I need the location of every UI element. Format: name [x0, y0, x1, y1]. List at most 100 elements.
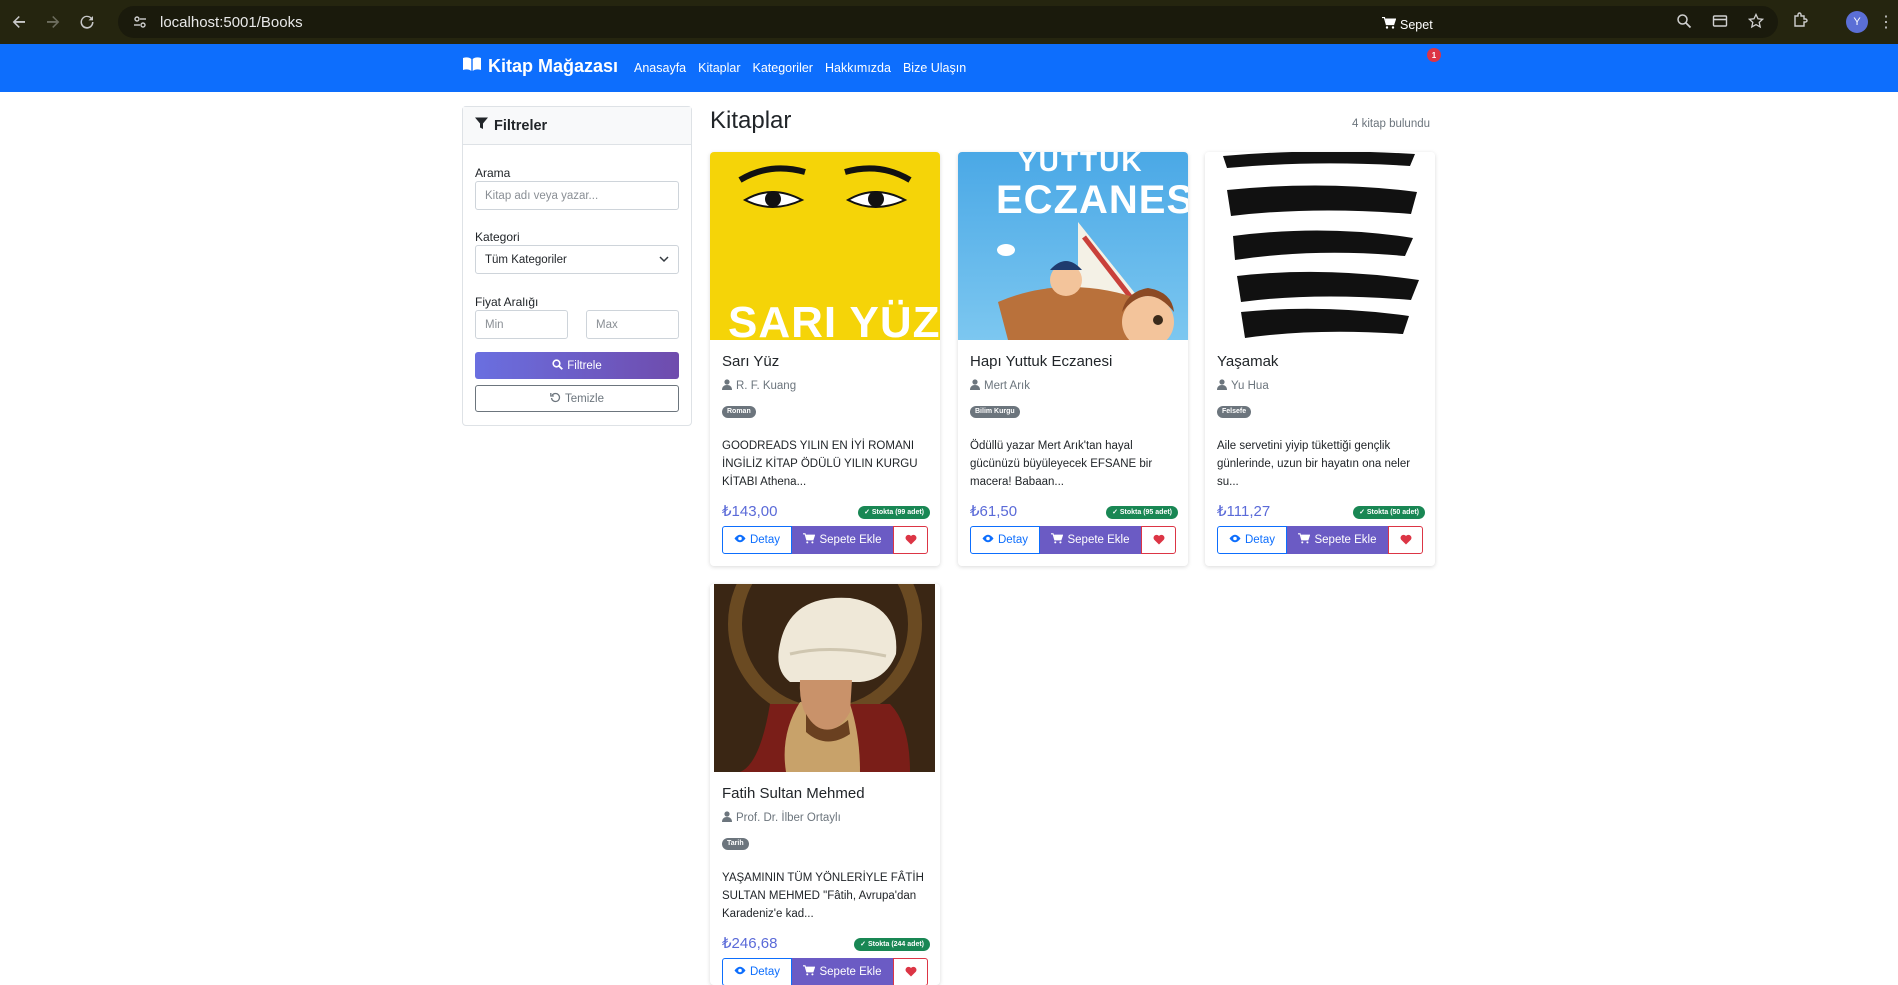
heart-icon — [905, 533, 917, 548]
profile-avatar[interactable]: Y — [1846, 11, 1868, 33]
clear-button[interactable]: Temizle — [475, 385, 679, 412]
detail-button-label: Detay — [997, 534, 1029, 546]
book-cover-image[interactable]: YUTTUK ECZANESİ — [958, 152, 1188, 340]
min-price-input[interactable] — [475, 310, 568, 339]
author-name: Prof. Dr. İlber Ortaylı — [736, 812, 841, 824]
cover-title-main-text: ECZANESİ — [996, 178, 1188, 222]
detail-button[interactable]: Detay — [970, 526, 1040, 554]
book-title[interactable]: Sarı Yüz — [722, 353, 779, 370]
cart-icon — [1298, 533, 1311, 547]
eye-icon — [982, 534, 994, 546]
cart-icon — [1051, 533, 1064, 547]
book-description: YAŞAMININ TÜM YÖNLERİYLE FÂTİH SULTAN ME… — [722, 872, 924, 920]
book-price: ₺246,68 — [722, 935, 778, 952]
category-select[interactable]: Tüm Kategoriler — [475, 245, 679, 274]
detail-button-label: Detay — [749, 966, 781, 978]
favorite-button[interactable] — [893, 958, 928, 985]
card-actions: Detay Sepete Ekle — [970, 526, 1176, 554]
search-icon — [552, 358, 564, 373]
reload-icon[interactable] — [72, 7, 102, 37]
result-count: 4 kitap bulundu — [1352, 118, 1431, 130]
cart-count-badge: 1 — [1427, 48, 1441, 62]
author-name: Yu Hua — [1231, 380, 1269, 392]
nav-link-contact[interactable]: Bize Ulaşın — [903, 61, 966, 75]
book-title[interactable]: Hapı Yuttuk Eczanesi — [970, 353, 1112, 370]
category-badge: Bilim Kurgu — [970, 406, 1020, 418]
add-to-cart-button[interactable]: Sepete Ekle — [792, 958, 893, 985]
cart-icon — [803, 533, 816, 547]
author-name: Mert Arık — [984, 380, 1031, 392]
url-text[interactable]: localhost:5001/Books — [160, 14, 303, 31]
add-to-cart-button[interactable]: Sepete Ekle — [792, 526, 893, 554]
card-actions: Detay Sepete Ekle — [1217, 526, 1423, 554]
filter-button-label: Filtrele — [567, 359, 602, 372]
chevron-down-icon — [659, 254, 669, 266]
cart-icon — [803, 965, 816, 979]
book-description: GOODREADS YILIN EN İYİ ROMANI İNGİLİZ Kİ… — [722, 440, 918, 488]
max-price-input[interactable] — [586, 310, 679, 339]
book-card: Fatih Sultan Mehmed Prof. Dr. İlber Orta… — [710, 584, 940, 985]
site-settings-icon[interactable] — [126, 14, 154, 30]
detail-button[interactable]: Detay — [722, 526, 792, 554]
author-name: R. F. Kuang — [736, 380, 797, 392]
payment-card-icon[interactable] — [1712, 13, 1728, 32]
category-selected-value: Tüm Kategoriler — [485, 253, 567, 266]
book-cover-image[interactable] — [710, 584, 940, 772]
book-author: R. F. Kuang — [722, 379, 796, 393]
user-icon — [1217, 379, 1227, 393]
book-price: ₺61,50 — [970, 503, 1018, 520]
heart-icon — [1400, 533, 1412, 548]
heart-icon — [1153, 533, 1165, 548]
book-author: Yu Hua — [1217, 379, 1269, 393]
favorite-button[interactable] — [1388, 526, 1423, 554]
book-cover-image[interactable]: SARI YÜZ — [710, 152, 940, 340]
detail-button[interactable]: Detay — [722, 958, 792, 985]
eye-icon — [734, 534, 746, 546]
add-to-cart-button[interactable]: Sepete Ekle — [1040, 526, 1141, 554]
favorite-button[interactable] — [1141, 526, 1176, 554]
filter-button[interactable]: Filtrele — [475, 352, 679, 379]
add-to-cart-label: Sepete Ekle — [819, 534, 882, 546]
add-to-cart-label: Sepete Ekle — [1314, 534, 1377, 546]
nav-link-books[interactable]: Kitaplar — [698, 61, 740, 75]
book-cover-image[interactable] — [1205, 152, 1435, 340]
back-icon[interactable] — [4, 7, 34, 37]
eye-icon — [1229, 534, 1241, 546]
heart-icon — [905, 965, 917, 980]
price-range-label: Fiyat Aralığı — [475, 295, 539, 309]
add-to-cart-button[interactable]: Sepete Ekle — [1287, 526, 1388, 554]
book-card: YUTTUK ECZANESİ Hapı Yuttuk Eczanesi Mer… — [958, 152, 1188, 566]
filters-panel: Filtreler Arama Kategori Tüm Kategoriler… — [462, 106, 692, 426]
book-title[interactable]: Fatih Sultan Mehmed — [722, 785, 865, 802]
book-title[interactable]: Yaşamak — [1217, 353, 1278, 370]
card-actions: Detay Sepete Ekle — [722, 526, 928, 554]
eye-icon — [734, 966, 746, 978]
extensions-icon[interactable] — [1792, 11, 1810, 32]
nav-link-categories[interactable]: Kategoriler — [753, 61, 813, 75]
user-icon — [970, 379, 980, 393]
address-bar[interactable]: localhost:5001/Books — [118, 6, 1778, 38]
forward-icon[interactable] — [38, 7, 68, 37]
brand-link[interactable]: Kitap Mağazası — [462, 56, 618, 77]
book-card: SARI YÜZ Sarı Yüz R. F. Kuang Roman GOOD… — [710, 152, 940, 566]
category-badge: Felsefe — [1217, 406, 1252, 418]
detail-button-label: Detay — [749, 534, 781, 546]
browser-menu-icon[interactable]: ⋮ — [1878, 12, 1894, 32]
book-open-icon — [462, 56, 482, 77]
book-card: Yaşamak Yu Hua Felsefe Aile servetini yi… — [1205, 152, 1435, 566]
user-icon — [722, 811, 732, 825]
nav-menu: Anasayfa Kitaplar Kategoriler Hakkımızda… — [634, 44, 966, 92]
cover-title-top-text: YUTTUK — [1018, 152, 1144, 177]
detail-button[interactable]: Detay — [1217, 526, 1287, 554]
card-actions: Detay Sepete Ekle — [722, 958, 928, 985]
filters-title: Filtreler — [494, 117, 548, 134]
category-label: Kategori — [475, 230, 520, 244]
zoom-icon[interactable] — [1676, 13, 1692, 32]
favorite-button[interactable] — [893, 526, 928, 554]
bookmark-star-icon[interactable] — [1747, 12, 1765, 32]
nav-link-home[interactable]: Anasayfa — [634, 61, 686, 75]
search-input[interactable] — [475, 181, 679, 210]
cart-link[interactable]: Sepet — [1382, 16, 1433, 32]
nav-link-about[interactable]: Hakkımızda — [825, 61, 891, 75]
book-author: Mert Arık — [970, 379, 1030, 393]
